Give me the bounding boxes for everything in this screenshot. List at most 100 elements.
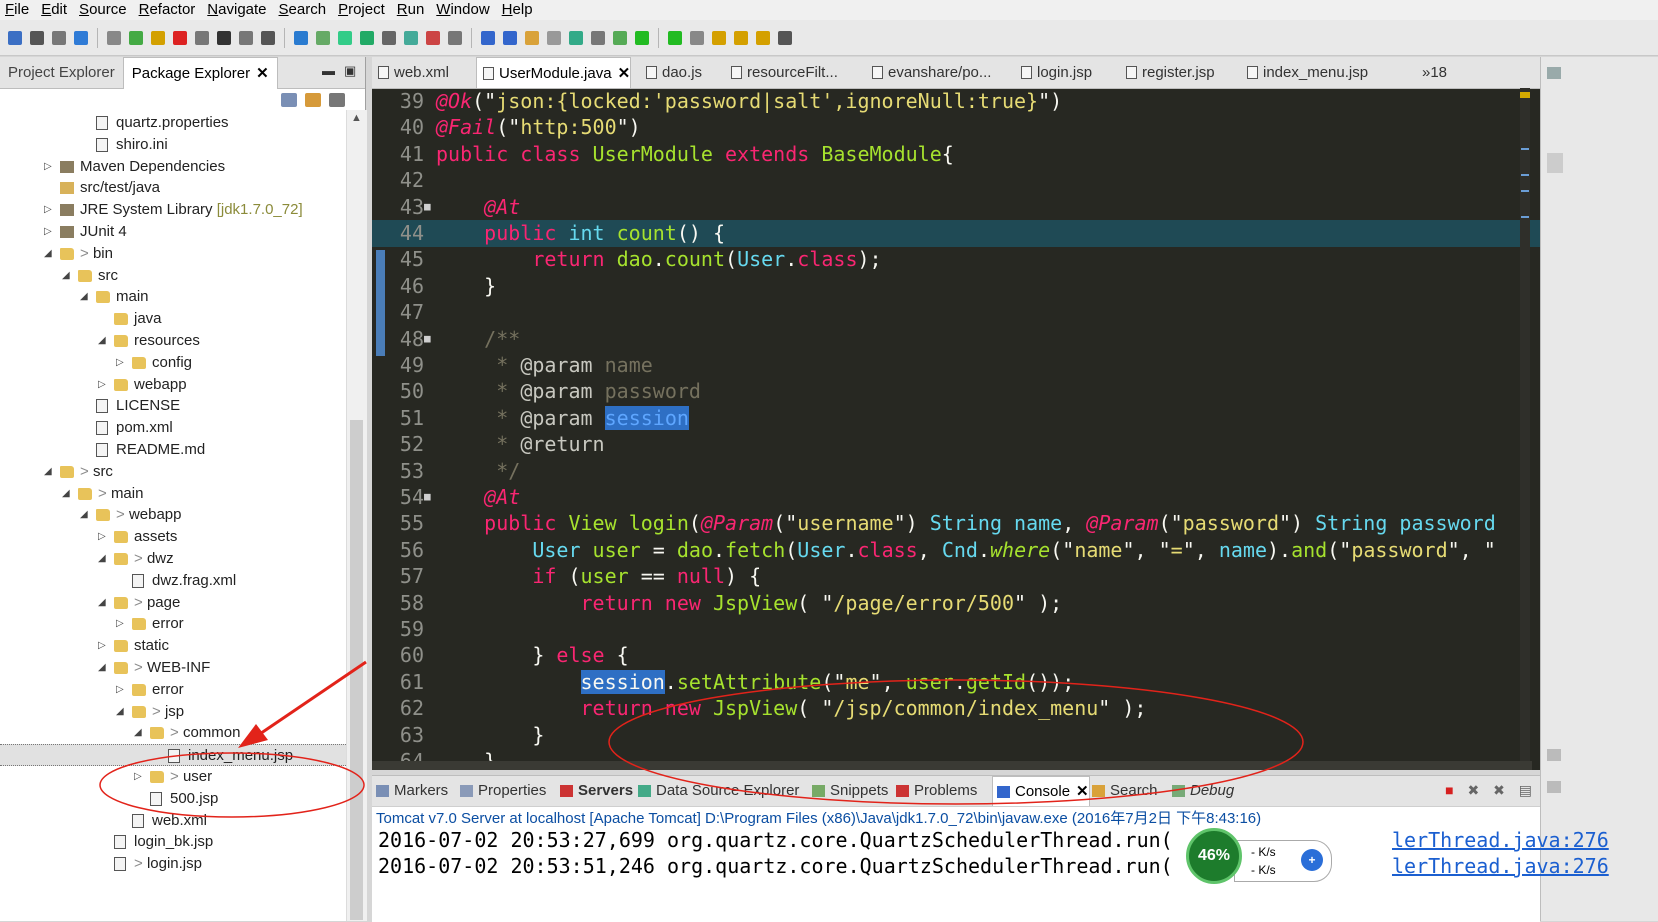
tree-item[interactable]: index_menu.jsp <box>0 744 346 767</box>
tree-item[interactable]: LICENSE <box>0 395 346 417</box>
tab-problems[interactable]: Problems <box>892 776 977 806</box>
tree-item[interactable]: ◢ > dwz <box>0 548 346 570</box>
tree-item[interactable]: quartz.properties <box>0 112 346 134</box>
tree-item[interactable]: ◢ main <box>0 286 346 308</box>
tree-item[interactable]: ▷ webapp <box>0 374 346 396</box>
occurrence-marker[interactable] <box>1521 190 1529 192</box>
tree-item[interactable]: ◢ > jsp <box>0 701 346 723</box>
code-line[interactable]: 42 <box>372 167 1540 194</box>
collapse-icon[interactable]: ◢ <box>80 286 90 308</box>
collapse-icon[interactable]: ◢ <box>62 265 72 287</box>
close-icon[interactable]: ✕ <box>618 65 631 82</box>
scroll-thumb[interactable] <box>1547 153 1563 173</box>
outline-icon[interactable] <box>1547 67 1561 79</box>
tree-item[interactable]: ▷ static <box>0 635 346 657</box>
close-icon[interactable]: ✕ <box>1076 783 1089 800</box>
mark-occurrences-icon[interactable] <box>503 30 517 45</box>
scrollbar-thumb[interactable] <box>350 420 363 920</box>
menu-refactor[interactable]: Refactor <box>134 0 203 20</box>
tree-item[interactable]: login_bk.jsp <box>0 831 346 853</box>
suspend-icon[interactable] <box>151 30 165 45</box>
save-all-icon[interactable] <box>52 30 66 45</box>
code-line[interactable]: 49 * @param name <box>372 352 1540 379</box>
menu-run[interactable]: Run <box>392 0 432 20</box>
web-browser-icon[interactable] <box>591 30 605 45</box>
editor-tab[interactable]: index_menu.jsp <box>1241 57 1368 88</box>
editor-tab[interactable]: login.jsp <box>1015 57 1092 88</box>
expand-icon[interactable]: ▷ <box>116 679 126 701</box>
step-return-icon[interactable] <box>261 30 275 45</box>
tab-project-explorer[interactable]: Project Explorer <box>0 57 123 88</box>
fold-icon[interactable]: ■ <box>424 484 431 511</box>
code-line[interactable]: 47 <box>372 299 1540 326</box>
editor-tab[interactable]: web.xml <box>372 57 449 88</box>
tree-item[interactable]: ▷ assets <box>0 526 346 548</box>
menu-source[interactable]: Source <box>74 0 134 20</box>
tree-item[interactable]: 500.jsp <box>0 788 346 810</box>
code-line[interactable]: 44 public int count() { <box>372 220 1540 247</box>
tree-scrollbar[interactable]: ▲ <box>346 110 367 921</box>
tab-servers[interactable]: Servers <box>556 776 633 806</box>
tree-item[interactable]: src/test/java <box>0 177 346 199</box>
expand-icon[interactable]: ▷ <box>98 374 108 396</box>
tab-properties[interactable]: Properties <box>456 776 546 806</box>
console-line-link[interactable]: lerThread.java:276 <box>1392 828 1609 852</box>
tab-search[interactable]: Search <box>1088 776 1158 806</box>
expand-icon[interactable]: ▷ <box>116 352 126 374</box>
open-type-icon[interactable] <box>294 30 308 45</box>
collapse-icon[interactable]: ◢ <box>44 243 54 265</box>
misc-icon[interactable] <box>778 30 792 45</box>
forward-icon[interactable] <box>756 30 770 45</box>
last-edit-icon[interactable] <box>712 30 726 45</box>
new-java-project-icon[interactable] <box>316 30 330 45</box>
link-with-editor-icon[interactable] <box>305 93 321 107</box>
scroll-up-icon[interactable]: ▲ <box>351 112 362 124</box>
collapse-icon[interactable] <box>1547 749 1561 761</box>
collapse-icon[interactable]: ◢ <box>80 504 90 526</box>
tree-item[interactable]: shiro.ini <box>0 134 346 156</box>
tab-package-explorer[interactable]: Package Explorer ✕ <box>122 56 278 89</box>
new-package-icon[interactable] <box>426 30 440 45</box>
code-line[interactable]: 62 return new JspView( "/jsp/common/inde… <box>372 695 1540 722</box>
tab-snippets[interactable]: Snippets <box>808 776 888 806</box>
tab-debug[interactable]: Debug <box>1168 776 1234 806</box>
tree-item[interactable]: dwz.frag.xml <box>0 570 346 592</box>
tree-item[interactable]: ▷ > user <box>0 766 346 788</box>
expand-icon[interactable]: ▷ <box>134 766 144 788</box>
save-icon[interactable] <box>30 30 44 45</box>
run-icon[interactable] <box>360 30 374 45</box>
expand-icon[interactable]: ▷ <box>98 635 108 657</box>
step-into-icon[interactable] <box>217 30 231 45</box>
tree-item[interactable]: ◢ > bin <box>0 243 346 265</box>
pin-icon[interactable] <box>690 30 704 45</box>
editor-tab[interactable]: resourceFilt... <box>725 57 838 88</box>
occurrence-marker[interactable] <box>1521 216 1529 218</box>
code-line[interactable]: 53 */ <box>372 458 1540 485</box>
new-icon[interactable] <box>8 30 22 45</box>
tree-item[interactable]: ◢ > main <box>0 483 346 505</box>
expand-icon[interactable]: ▷ <box>44 156 54 178</box>
fold-icon[interactable]: ■ <box>424 326 431 353</box>
tree-item[interactable]: web.xml <box>0 810 346 832</box>
code-line[interactable]: 45 return dao.count(User.class); <box>372 246 1540 273</box>
code-line[interactable]: 56 User user = dao.fetch(User.class, Cnd… <box>372 537 1540 564</box>
tree-item[interactable]: ◢ > WEB-INF <box>0 657 346 679</box>
tree-item[interactable]: ▷ config <box>0 352 346 374</box>
tree-item[interactable]: ▷ error <box>0 613 346 635</box>
collapse-icon[interactable]: ◢ <box>98 548 108 570</box>
tree-item[interactable]: ◢ resources <box>0 330 346 352</box>
expand-icon[interactable]: ▷ <box>44 221 54 243</box>
tree-item[interactable]: java <box>0 308 346 330</box>
tree-item[interactable]: ▷ JRE System Library [jdk1.7.0_72] <box>0 199 346 221</box>
open-task-icon[interactable] <box>448 30 462 45</box>
tree-item[interactable]: > login.jsp <box>0 853 346 875</box>
toggle-icon[interactable] <box>668 30 682 45</box>
warning-marker[interactable] <box>1520 92 1530 98</box>
code-line[interactable]: 54 ■ @At <box>372 484 1540 511</box>
tree-item[interactable]: README.md <box>0 439 346 461</box>
code-area[interactable]: 39 @Ok("json:{locked:'password|salt',igno… <box>372 88 1540 770</box>
network-speed-widget[interactable]: - K/s - K/s + 46% <box>1186 828 1336 888</box>
collapse-icon[interactable]: ◢ <box>98 657 108 679</box>
code-line[interactable]: 48 ■ /** <box>372 326 1540 353</box>
clear-console-icon[interactable]: ▤ <box>1519 782 1532 798</box>
